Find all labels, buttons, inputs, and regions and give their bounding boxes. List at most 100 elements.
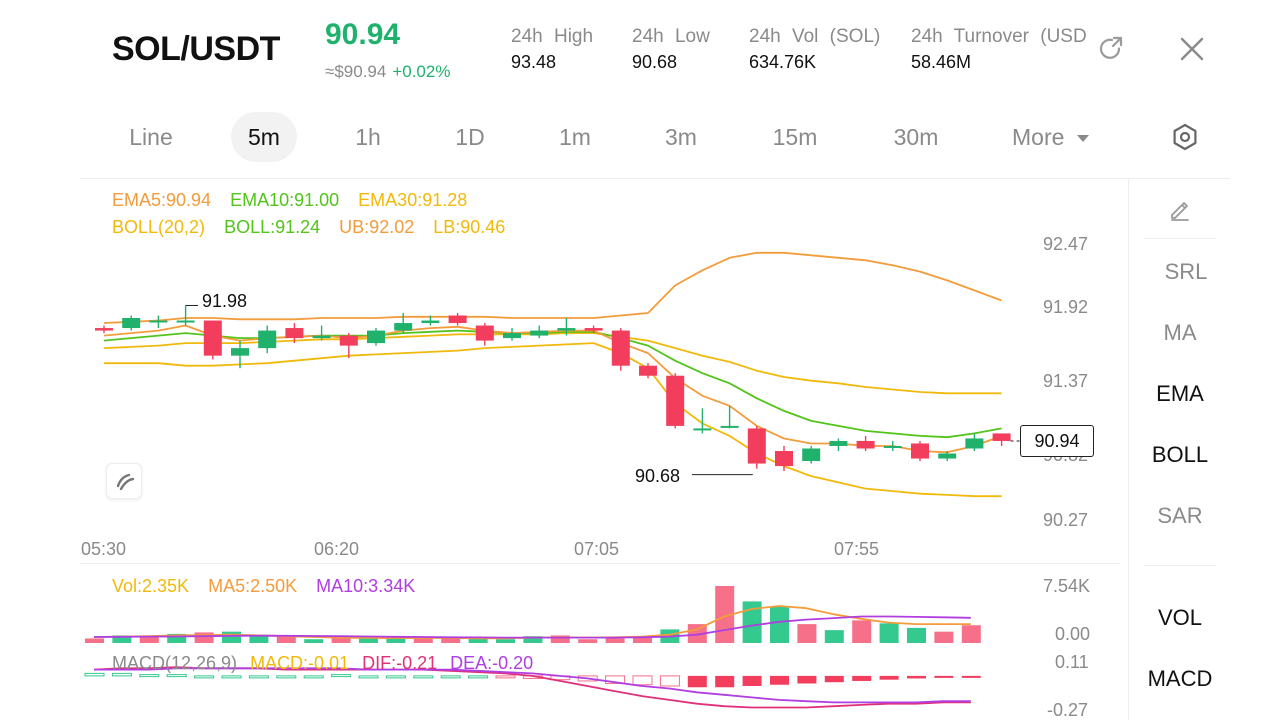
boll-upper-line <box>103 251 1002 324</box>
dif-value: DIF:-0.21 <box>362 653 438 673</box>
low-marker-label: 90.68 <box>635 466 681 486</box>
macd-hist-bar <box>495 675 516 679</box>
volume-bar <box>194 632 214 643</box>
macd-hist-bar <box>797 675 817 684</box>
volume-bar <box>605 638 625 643</box>
macd-hist-bar <box>358 675 379 679</box>
side-tool-ema[interactable]: EMA <box>1136 381 1224 407</box>
candle-body <box>829 440 848 446</box>
x-tick: 07:05 <box>574 539 620 559</box>
candle-body <box>693 428 712 431</box>
candle-body <box>611 330 630 366</box>
side-tool-ma[interactable]: MA <box>1136 320 1224 346</box>
candlestick-chart[interactable] <box>0 0 1280 720</box>
macd-hist-bar <box>221 675 242 679</box>
candle-body <box>475 325 494 341</box>
candle-body <box>448 315 467 324</box>
dea-value: DEA:-0.20 <box>450 653 534 673</box>
candle-body <box>176 320 195 323</box>
candle-body <box>802 448 821 462</box>
macd-tick: -0.27 <box>1047 700 1089 720</box>
macd-hist-bar <box>742 675 762 686</box>
candle-body <box>203 320 222 356</box>
side-sub-macd[interactable]: MACD <box>1136 666 1224 692</box>
macd-hist-bar <box>852 675 872 681</box>
candle-body <box>557 328 576 331</box>
candle-body <box>775 451 793 467</box>
candle-body <box>856 440 875 449</box>
candle-body <box>285 328 304 339</box>
macd-hist-bar <box>770 675 789 685</box>
macd-hist-bar <box>961 675 981 678</box>
macd-hist-bar <box>879 675 899 680</box>
macd-hist-bar <box>824 675 844 683</box>
macd-hist-bar <box>166 674 187 678</box>
volume-bar <box>139 636 159 643</box>
volume-bar <box>496 639 515 643</box>
candle-body <box>122 318 141 329</box>
y-tick: 91.37 <box>1043 371 1089 391</box>
macd-hist-bar <box>194 675 215 679</box>
candle-body <box>938 453 957 459</box>
volume-bar <box>222 631 241 643</box>
macd-hist-bar <box>934 675 954 678</box>
volume-bar <box>824 630 844 643</box>
side-sub-vol[interactable]: VOL <box>1136 605 1224 631</box>
macd-hist-bar <box>659 675 680 687</box>
macd-hist-bar <box>331 674 352 678</box>
ema30-line <box>103 332 1002 395</box>
macd-hist-bar <box>687 675 707 688</box>
y-tick: 90.27 <box>1043 510 1089 530</box>
macd-value: MACD:-0.01 <box>250 653 350 673</box>
drawing-toggle-button[interactable] <box>106 463 142 499</box>
macd-hist-bar <box>468 675 489 679</box>
ema10-line <box>103 329 1002 439</box>
macd-name: MACD(12,26,9) <box>112 653 238 673</box>
side-tool-srl[interactable]: SRL <box>1142 259 1230 285</box>
volume-bar <box>879 623 899 643</box>
boll-lower-line <box>104 342 1002 498</box>
candle-body <box>720 425 739 428</box>
volume-bar <box>907 627 926 643</box>
macd-hist-bar <box>413 675 434 679</box>
macd-hist-bar <box>303 675 324 679</box>
macd-hist-bar <box>907 675 926 679</box>
candle-body <box>992 433 1011 441</box>
candle-body <box>394 323 413 331</box>
y-tick: 92.47 <box>1043 234 1089 254</box>
volume-bar <box>85 638 104 643</box>
candle-body <box>666 375 685 426</box>
draw-pencil-icon[interactable] <box>1166 195 1194 223</box>
volume-bar <box>578 639 598 643</box>
side-tool-boll[interactable]: BOLL <box>1136 442 1224 468</box>
candle-body <box>530 330 549 336</box>
candle-body <box>584 328 603 331</box>
y-tick: 91.92 <box>1043 297 1089 317</box>
volume-bar <box>934 631 954 643</box>
volume-bar <box>359 638 378 643</box>
candle-body <box>258 330 277 349</box>
candle-body <box>965 438 984 449</box>
candle-body <box>367 330 385 344</box>
macd-legend: MACD(12,26,9) MACD:-0.01 DIF:-0.21 DEA:-… <box>112 653 533 674</box>
x-tick: 06:20 <box>314 539 360 559</box>
volume-bar <box>797 624 817 643</box>
volume-bar <box>413 638 433 643</box>
candle-body <box>312 335 331 339</box>
macd-hist-bar <box>139 674 160 678</box>
current-price-label: 90.94 <box>1020 425 1094 457</box>
macd-hist-bar <box>385 675 406 679</box>
vol-tick: 0.00 <box>1055 624 1091 644</box>
x-tick: 05:30 <box>81 539 127 559</box>
candle-body <box>421 320 440 324</box>
volume-bar <box>961 625 981 643</box>
macd-hist-bar <box>84 672 105 677</box>
brush-icon <box>116 473 135 491</box>
candle-body <box>95 328 113 331</box>
candle-body <box>231 348 249 356</box>
side-tool-sar[interactable]: SAR <box>1136 503 1224 529</box>
macd-hist-bar <box>276 675 297 679</box>
candle-body <box>747 428 766 464</box>
candle-body <box>503 333 521 339</box>
vol-tick: 7.54K <box>1043 576 1091 596</box>
